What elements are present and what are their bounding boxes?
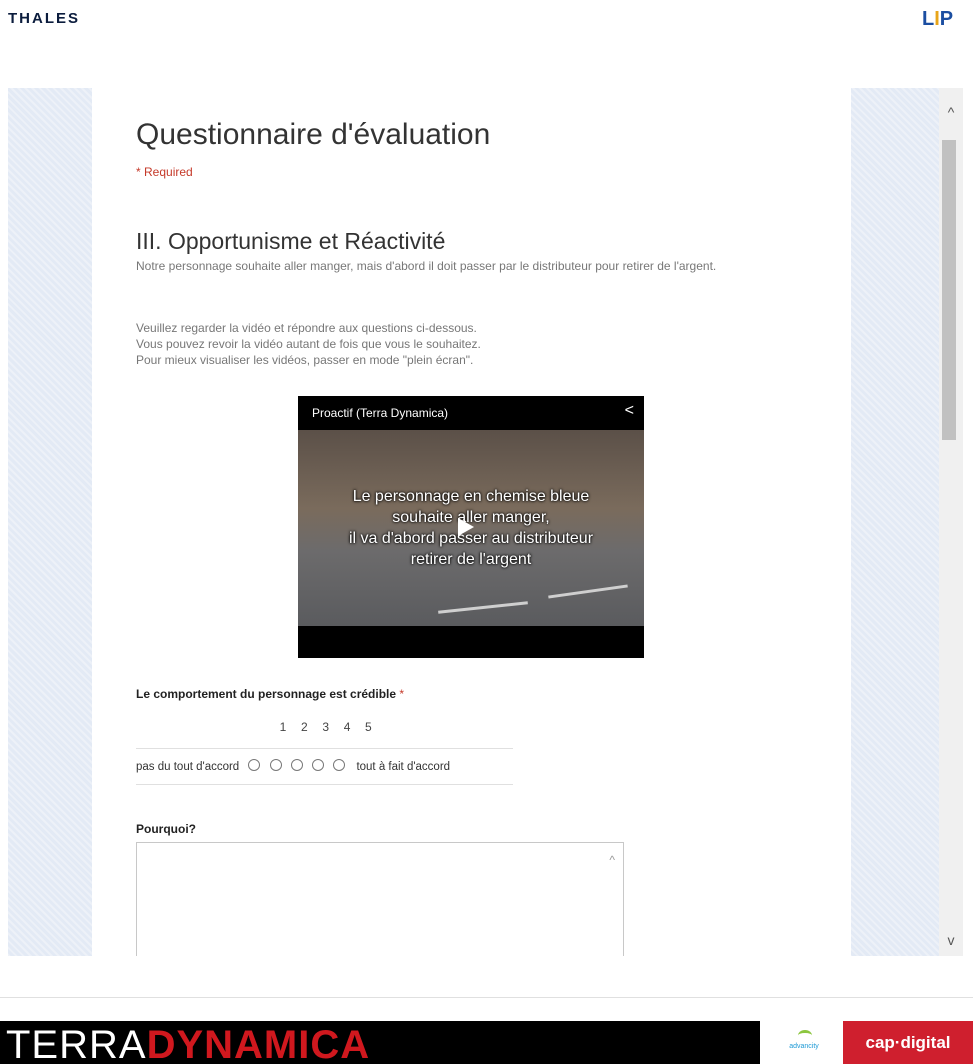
- instructions: Veuillez regarder la vidéo et répondre a…: [136, 320, 776, 368]
- advancity-mark: [798, 1030, 812, 1041]
- question-credible: Le comportement du personnage est crédib…: [136, 687, 404, 701]
- scale-right-label: tout à fait d'accord: [356, 761, 451, 773]
- scale-number: 1: [279, 720, 287, 734]
- question-label: Le comportement du personnage est crédib…: [136, 687, 397, 701]
- scrollbar-thumb[interactable]: [942, 140, 956, 440]
- form-card: Questionnaire d'évaluation * Required II…: [92, 88, 851, 956]
- section-title: III. Opportunisme et Réactivité: [136, 228, 446, 254]
- scale-numbers: 1 2 3 4 5: [274, 720, 377, 734]
- footer-divider: [0, 997, 973, 998]
- chevron-down-icon[interactable]: v: [939, 932, 963, 948]
- scale-number: 3: [322, 720, 330, 734]
- chevron-up-icon[interactable]: ^: [609, 853, 615, 867]
- radio-option-3[interactable]: [290, 759, 303, 771]
- scale-number: 2: [301, 720, 308, 734]
- road-marking: [548, 584, 628, 599]
- subtitle-line: retirer de l'argent: [410, 551, 532, 568]
- video-title[interactable]: Proactif (Terra Dynamica): [312, 406, 448, 420]
- likert-scale: pas du tout d'accord tout à fait d'accor…: [136, 759, 450, 773]
- vertical-scrollbar[interactable]: ^ v: [939, 88, 963, 956]
- required-note: * Required: [136, 165, 193, 179]
- radio-option-4[interactable]: [312, 759, 325, 771]
- lip-logo: LIP: [922, 8, 954, 30]
- pourquoi-textarea[interactable]: ^: [136, 842, 624, 956]
- radio-option-1[interactable]: [248, 759, 261, 771]
- scale-number: 5: [365, 720, 372, 734]
- chevron-up-icon[interactable]: ^: [939, 104, 963, 120]
- divider: [136, 748, 513, 749]
- scale-left-label: pas du tout d'accord: [136, 761, 240, 773]
- radio-option-2[interactable]: [269, 759, 282, 771]
- capdigital-logo: cap·digital: [843, 1021, 973, 1064]
- section-description: Notre personnage souhaite aller manger, …: [136, 259, 717, 273]
- instruction-line: Veuillez regarder la vidéo et répondre a…: [136, 321, 477, 335]
- scale-number: 4: [343, 720, 351, 734]
- logo-part: DYNAMICA: [146, 1023, 371, 1064]
- required-star: *: [399, 687, 405, 701]
- share-icon[interactable]: <: [625, 402, 634, 420]
- divider: [136, 784, 513, 785]
- advancity-text: advancity: [789, 1043, 819, 1050]
- radio-option-5[interactable]: [333, 759, 346, 771]
- road-marking: [438, 601, 528, 614]
- instruction-line: Pour mieux visualiser les vidéos, passer…: [136, 353, 474, 367]
- instruction-line: Vous pouvez revoir la vidéo autant de fo…: [136, 337, 481, 351]
- terra-dynamica-logo: TERRADYNAMICA: [6, 1023, 370, 1064]
- question-pourquoi-label: Pourquoi?: [136, 822, 196, 836]
- top-header: THALES LIP: [0, 0, 973, 60]
- form-title: Questionnaire d'évaluation: [136, 118, 491, 151]
- advancity-logo: advancity: [780, 1028, 828, 1058]
- terra-dynamica-banner: TERRADYNAMICA: [0, 1021, 760, 1064]
- play-icon[interactable]: [458, 518, 474, 536]
- logo-part: TERRA: [6, 1023, 147, 1064]
- video-player[interactable]: Proactif (Terra Dynamica) < Le personnag…: [298, 396, 644, 658]
- subtitle-line: Le personnage en chemise bleue: [352, 488, 590, 505]
- form-frame: Questionnaire d'évaluation * Required II…: [8, 88, 963, 956]
- thales-logo: THALES: [8, 10, 80, 27]
